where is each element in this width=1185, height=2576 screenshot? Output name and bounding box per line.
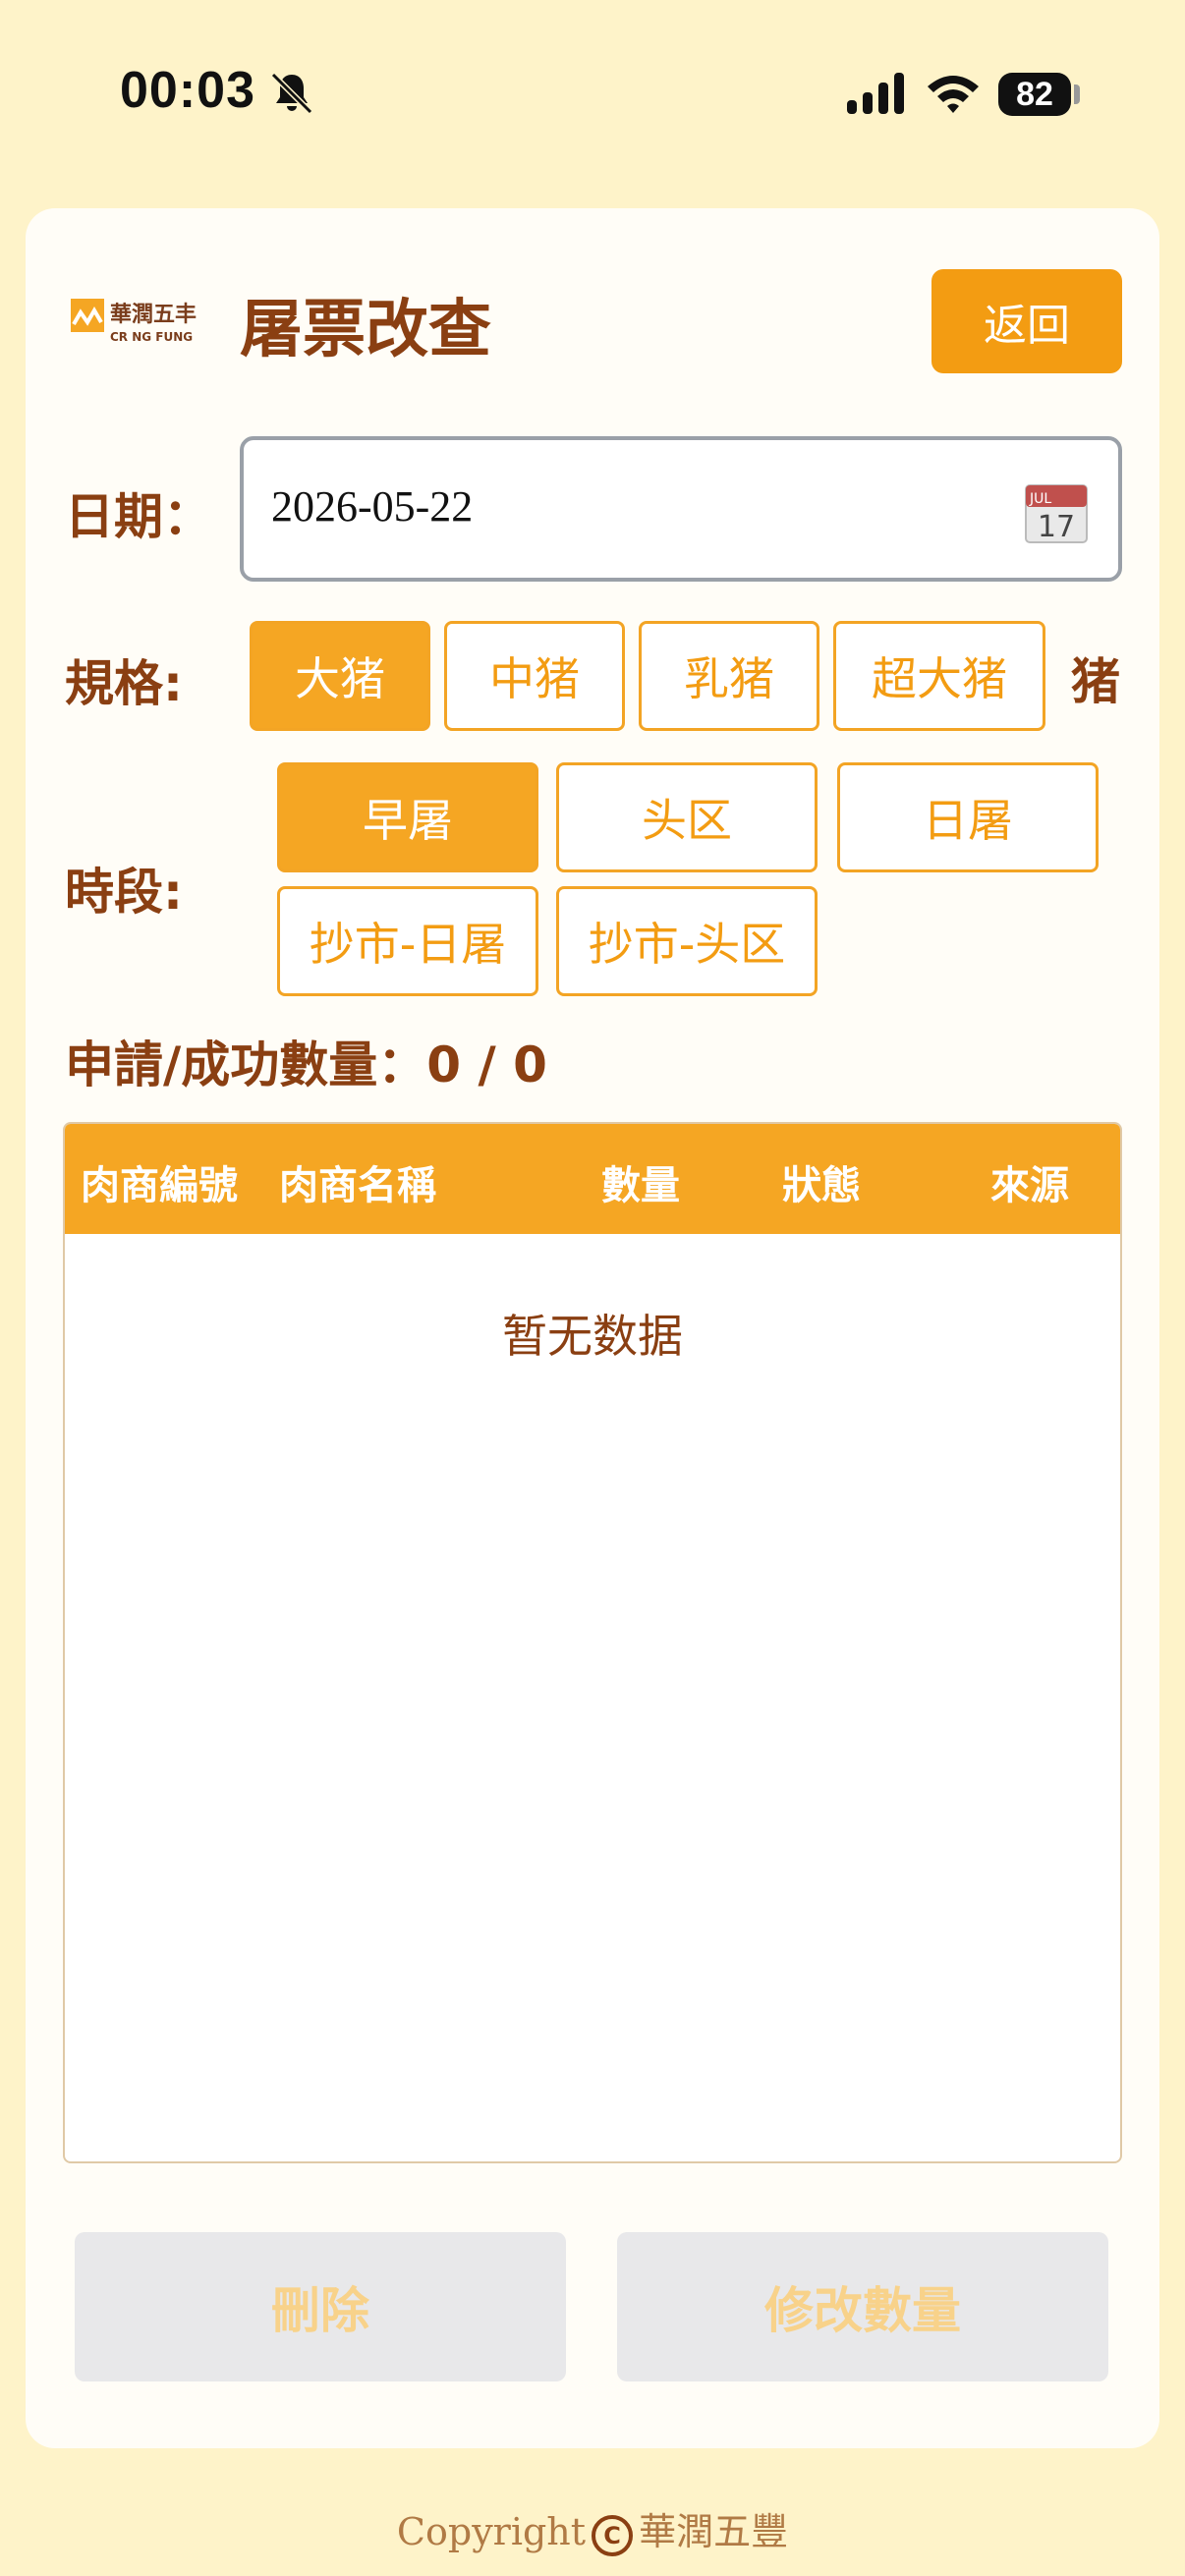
table-header: 肉商編號 肉商名稱 數量 狀態 來源 <box>65 1124 1120 1234</box>
column-header-merchant-name: 肉商名稱 <box>279 1163 436 1208</box>
logo-mark-icon <box>71 299 104 332</box>
date-label: 日期： <box>65 488 212 545</box>
column-header-source: 來源 <box>990 1163 1069 1208</box>
spec-option-large-pig[interactable]: 大猪 <box>250 621 430 731</box>
calendar-day: 17 <box>1038 510 1075 544</box>
period-option-market-head[interactable]: 抄市-头区 <box>556 886 818 996</box>
date-input[interactable]: 2026-05-22 JUL 17 <box>240 436 1122 582</box>
logo-text: 華潤五丰 <box>110 303 198 327</box>
calendar-icon[interactable]: JUL 17 <box>1024 479 1089 544</box>
date-value: 2026-05-22 <box>271 482 474 531</box>
back-button[interactable]: 返回 <box>931 269 1122 373</box>
footer-copyright: Copyright C 華潤五豐 <box>0 2501 1185 2556</box>
spec-option-medium-pig[interactable]: 中猪 <box>444 621 625 731</box>
spec-overflow-text: 猪 <box>1071 653 1120 710</box>
results-table: 肉商編號 肉商名稱 數量 狀態 來源 暂无数据 <box>63 1122 1122 2163</box>
copyright-icon: C <box>592 2514 634 2556</box>
column-header-status: 狀態 <box>782 1163 861 1208</box>
logo-subtext: CR NG FUNG <box>110 330 194 344</box>
bell-muted-icon <box>270 72 313 115</box>
spec-option-suckling-pig[interactable]: 乳猪 <box>639 621 819 731</box>
delete-button[interactable]: 刪除 <box>75 2232 566 2381</box>
period-option-day[interactable]: 日屠 <box>837 762 1099 872</box>
status-bar: 00:03 82 <box>0 0 1185 196</box>
calendar-month: JUL <box>1029 491 1051 507</box>
empty-state-text: 暂无数据 <box>502 1310 683 1363</box>
copyright-text: Copyright <box>396 2510 587 2553</box>
period-option-early[interactable]: 早屠 <box>277 762 538 872</box>
period-label: 時段: <box>65 864 183 921</box>
battery-nub <box>1074 84 1080 104</box>
status-time: 00:03 <box>120 62 255 119</box>
period-option-head-zone[interactable]: 头区 <box>556 762 818 872</box>
cellular-signal-icon <box>847 73 904 114</box>
footer-brand: 華潤五豐 <box>639 2510 789 2553</box>
page-title: 屠票改查 <box>240 294 491 366</box>
column-header-merchant-id: 肉商編號 <box>81 1163 238 1208</box>
wifi-icon <box>928 76 979 113</box>
spec-label: 規格: <box>65 655 183 712</box>
spec-option-extra-large-pig[interactable]: 超大猪 <box>833 621 1045 731</box>
battery-indicator: 82 <box>998 73 1071 116</box>
column-header-quantity: 數量 <box>601 1163 680 1208</box>
period-option-market-day[interactable]: 抄市-日屠 <box>277 886 538 996</box>
apply-success-count: 申請/成功數量：0 / 0 <box>65 1036 547 1093</box>
brand-logo: 華潤五丰 CR NG FUNG <box>71 295 198 352</box>
modify-quantity-button[interactable]: 修改數量 <box>617 2232 1108 2381</box>
